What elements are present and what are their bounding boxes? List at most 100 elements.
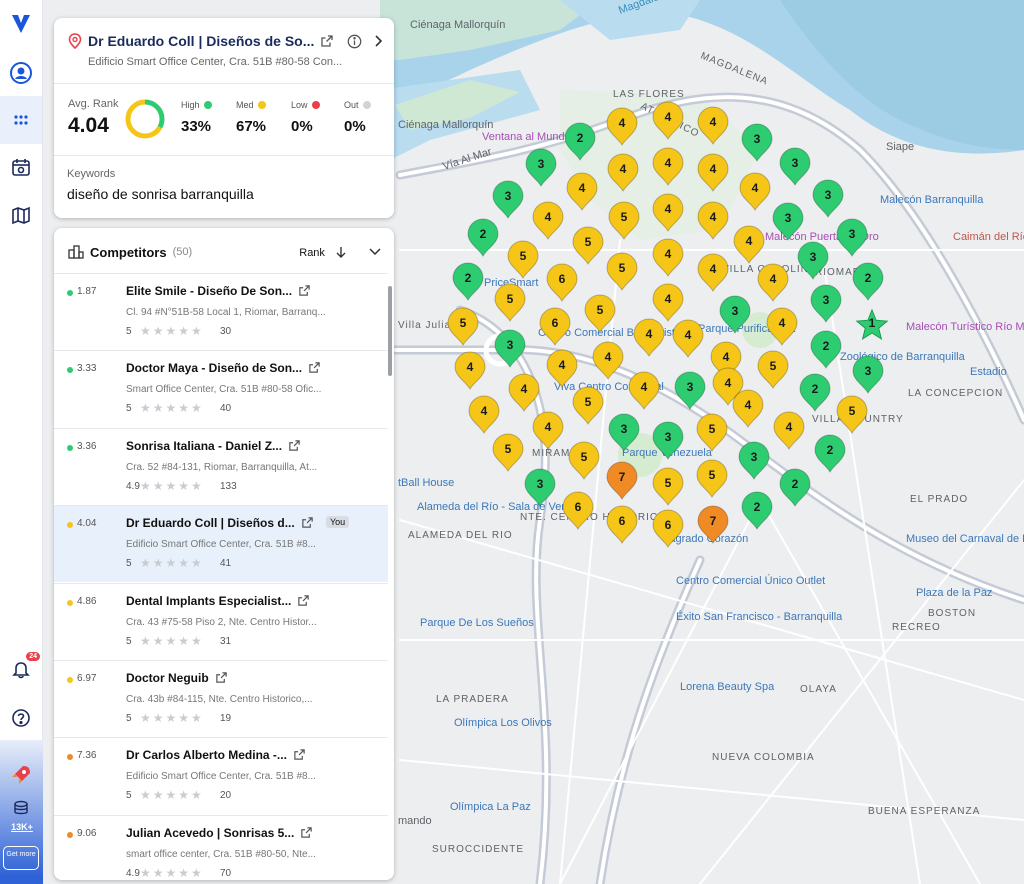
competitor-row[interactable]: 3.33 Doctor Maya - Diseño de Son... Smart … (54, 350, 388, 427)
competitor-name[interactable]: Doctor Neguib (126, 671, 228, 685)
competitor-review-count: 19 (220, 713, 232, 724)
competitors-building-icon (68, 245, 84, 259)
competitor-row[interactable]: 4.04 Dr Eduardo Coll | Diseños d... Edific… (54, 505, 388, 583)
med-percent: 67% (236, 118, 267, 135)
rank-pin-label: 4 (619, 116, 626, 130)
rank-tier-dot (67, 290, 73, 296)
competitors-count: (50) (172, 246, 193, 258)
competitor-name[interactable]: Sonrisa Italiana - Daniel Z... (126, 439, 301, 453)
external-link-icon[interactable] (215, 671, 228, 684)
external-link-icon[interactable] (320, 34, 334, 48)
rank-pin-label: 4 (665, 292, 672, 306)
map-label[interactable]: Estadio (970, 366, 1007, 378)
map-label[interactable]: Malecón Barranquilla (880, 194, 984, 206)
map-icon[interactable] (6, 200, 36, 230)
map-label[interactable]: Plaza de la Paz (916, 587, 992, 599)
map-label: LA PRADERA (436, 694, 509, 705)
competitor-name[interactable]: Dr Eduardo Coll | Diseños d... (126, 516, 314, 530)
high-label: High (181, 100, 212, 110)
competitor-address: Edificio Smart Office Center, Cra. 51B #… (126, 771, 316, 783)
star-rating-icon: ★★★★★ (140, 324, 204, 338)
rank-pin-label: 5 (520, 249, 527, 263)
keywords-label: Keywords (67, 168, 116, 180)
competitor-row[interactable]: 6.97 Doctor Neguib Cra. 43b #84-115, Nte. … (54, 660, 388, 737)
rank-pin-label: 6 (619, 514, 626, 528)
map-label: mando (398, 815, 432, 827)
app-logo-icon[interactable] (6, 8, 36, 38)
rank-pin-label: 4 (745, 398, 752, 412)
competitor-name[interactable]: Dr Carlos Alberto Medina -... (126, 748, 306, 762)
competitor-rank: 1.87 (77, 286, 97, 297)
scrollbar-thumb[interactable] (388, 286, 392, 376)
help-icon[interactable] (6, 703, 36, 733)
map-label: Villa Julia (398, 320, 451, 331)
rank-pin-label: 3 (825, 188, 832, 202)
external-link-icon[interactable] (300, 826, 313, 839)
rank-pin-label: 6 (552, 316, 559, 330)
rank-pin-label: 5 (585, 235, 592, 249)
chevron-down-icon[interactable] (368, 247, 382, 257)
rank-pin-label: 2 (465, 271, 472, 285)
competitor-row[interactable]: 9.06 Julian Acevedo | Sonrisas 5... smart … (54, 814, 388, 880)
rank-pin-label: 4 (710, 115, 717, 129)
competitor-row[interactable]: 1.87 Elite Smile - Diseño De Son... Cl. 94… (54, 273, 388, 350)
rank-pin-label: 4 (723, 350, 730, 364)
calendar-icon[interactable] (6, 152, 36, 182)
rank-pin-label: 4 (665, 202, 672, 216)
external-link-icon[interactable] (301, 516, 314, 529)
rank-pin-label: 3 (687, 380, 694, 394)
rank-pin-label: 4 (725, 376, 732, 390)
map-label[interactable]: Olímpica La Paz (450, 801, 531, 813)
chevron-right-icon[interactable] (372, 34, 384, 48)
competitor-name[interactable]: Doctor Maya - Diseño de Son... (126, 361, 321, 375)
map-label[interactable]: Éxito San Francisco - Barranquilla (676, 610, 843, 623)
competitor-row[interactable]: 4.86 Dental Implants Especialist... Cra. 4… (54, 582, 388, 660)
competitor-name[interactable]: Dental Implants Especialist... (126, 594, 310, 608)
rank-pin-label: 5 (505, 442, 512, 456)
map-label[interactable]: Lorena Beauty Spa (680, 681, 775, 693)
map-label[interactable]: Centro Comercial Único Outlet (676, 574, 825, 587)
map-label[interactable]: Malecón Turístico Río Magdalena Barranqu… (906, 321, 1024, 333)
rank-sort-button[interactable]: Rank (299, 246, 346, 259)
grid-apps-icon[interactable] (0, 96, 42, 144)
business-title[interactable]: Dr Eduardo Coll | Diseños de So... (88, 33, 314, 49)
competitor-rating: 5 (126, 403, 132, 415)
get-more-button[interactable]: Get more (3, 846, 39, 870)
profile-icon[interactable] (6, 58, 36, 88)
competitor-row[interactable]: 7.36 Dr Carlos Alberto Medina -... Edifici… (54, 737, 388, 814)
rank-pin-label: 1 (869, 316, 876, 330)
map-label[interactable]: Caimán del Río (953, 231, 1024, 243)
competitor-name[interactable]: Julian Acevedo | Sonrisas 5... (126, 826, 313, 840)
rank-pin-label: 2 (865, 271, 872, 285)
map-label[interactable]: tBall House (398, 477, 454, 489)
rank-pin-label: 4 (481, 404, 488, 418)
external-link-icon[interactable] (297, 594, 310, 607)
competitor-name[interactable]: Elite Smile - Diseño De Son... (126, 284, 311, 298)
map-label: SUROCCIDENTE (432, 844, 524, 855)
notifications-bell-icon[interactable]: 24 (6, 652, 40, 684)
keyword-value[interactable]: diseño de sonrisa barranquilla (67, 186, 254, 202)
rank-pin-label: 3 (792, 156, 799, 170)
info-icon[interactable] (347, 34, 362, 49)
external-link-icon[interactable] (293, 748, 306, 761)
map-label[interactable]: Parque De Los Sueños (420, 617, 534, 629)
rank-pin-label: 4 (779, 316, 786, 330)
rank-pin-label: 4 (559, 358, 566, 372)
competitors-title: Competitors (90, 244, 167, 260)
map-label[interactable]: Ventana al Mundo (482, 131, 571, 143)
external-link-icon[interactable] (298, 284, 311, 297)
rank-pin-label: 4 (786, 420, 793, 434)
rank-tier-dot (67, 367, 73, 374)
rocket-icon[interactable] (6, 760, 36, 790)
map-label: NUEVA COLOMBIA (712, 752, 815, 763)
map-label[interactable]: Olímpica Los Olivos (454, 717, 552, 729)
map-label: LAS FLORES (613, 89, 685, 100)
credits-count[interactable]: 13K+ (3, 822, 41, 832)
rank-pin-label: 4 (579, 181, 586, 195)
external-link-icon[interactable] (288, 439, 301, 452)
external-link-icon[interactable] (308, 361, 321, 374)
competitor-row[interactable]: 3.36 Sonrisa Italiana - Daniel Z... Cra. 5… (54, 427, 388, 505)
competitor-rank: 9.06 (77, 827, 97, 839)
map-label[interactable]: Museo del Carnaval de Barranquilla (906, 533, 1024, 545)
competitor-review-count: 40 (220, 403, 232, 415)
